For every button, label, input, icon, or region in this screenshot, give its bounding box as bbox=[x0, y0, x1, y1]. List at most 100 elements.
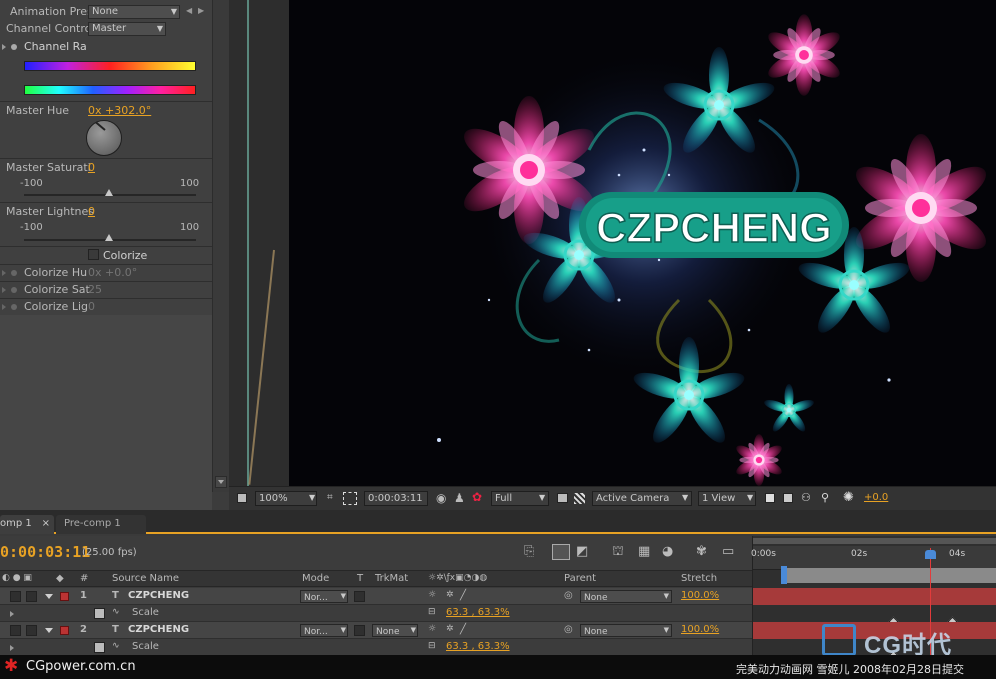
stopwatch-icon[interactable] bbox=[11, 287, 17, 293]
preset-prev-arrow-icon[interactable]: ◀ bbox=[186, 6, 192, 15]
channel-rgb-icon[interactable]: ✿ bbox=[472, 490, 482, 504]
time-ruler[interactable]: 0:00s 02s 04s bbox=[751, 546, 996, 570]
graph-editor-icon[interactable]: ▭ bbox=[722, 544, 734, 559]
show-snapshot-icon[interactable]: ♟ bbox=[454, 491, 465, 505]
layer-1-scale-row[interactable]: ∿ Scale ⊟ 63.3 , 63.3% bbox=[0, 605, 752, 622]
live-update-icon[interactable]: ⎘ bbox=[524, 544, 534, 559]
layer-name[interactable]: CZPCHENG bbox=[128, 590, 189, 601]
expand-arrow-icon[interactable] bbox=[2, 270, 6, 276]
master-hue-value[interactable]: 0x +302.0° bbox=[88, 104, 151, 117]
draft-3d-icon[interactable]: ◩ bbox=[576, 544, 588, 559]
layer-2-scale-row[interactable]: ∿ Scale ⊟ 63.3 , 63.3% bbox=[0, 639, 752, 656]
layer-parent-dropdown[interactable]: None ▼ bbox=[580, 624, 672, 637]
layer-label-color[interactable] bbox=[60, 592, 69, 601]
layer-trkmat-dropdown[interactable]: None ▼ bbox=[372, 624, 418, 637]
always-preview-icon[interactable] bbox=[237, 493, 247, 503]
source-name-column-header[interactable]: Source Name bbox=[112, 573, 179, 584]
layer-label-color[interactable] bbox=[60, 626, 69, 635]
constrain-proportions-icon[interactable]: ⊟ bbox=[428, 607, 436, 617]
comp-flowchart-icon[interactable]: ⚲ bbox=[821, 491, 829, 504]
camera-snapshot-icon[interactable]: ◉ bbox=[436, 491, 446, 505]
scale-value[interactable]: 63.3 , 63.3% bbox=[446, 641, 510, 652]
master-lightness-value[interactable]: 0 bbox=[88, 205, 95, 218]
reset-exposure-icon[interactable]: ✺ bbox=[843, 490, 854, 505]
preserve-transparency-toggle[interactable] bbox=[354, 625, 365, 636]
effect-controls-scrollbar[interactable] bbox=[212, 0, 229, 492]
brainstorm-icon[interactable]: ✾ bbox=[696, 544, 707, 559]
animation-presets-dropdown[interactable]: None ▼ bbox=[88, 5, 180, 19]
region-of-interest-icon[interactable] bbox=[343, 492, 357, 505]
av-features-icon[interactable]: ◐ ● ▣ bbox=[2, 573, 32, 583]
fast-preview-frame-icon[interactable] bbox=[783, 493, 793, 503]
shy-switch-icon[interactable]: ☼ bbox=[428, 590, 436, 600]
layer-row-2[interactable]: 2 T CZPCHENG Nor... ▼ None ▼ ☼ ✲ ╱ ◎ Non… bbox=[0, 622, 752, 639]
property-expand-icon[interactable] bbox=[10, 611, 14, 617]
motion-blur-icon[interactable]: ◕ bbox=[662, 544, 673, 559]
expand-arrow-icon[interactable] bbox=[2, 44, 6, 50]
preset-next-arrow-icon[interactable]: ▶ bbox=[198, 6, 204, 15]
current-time-timecode[interactable]: 0:00:03:11 bbox=[0, 543, 90, 561]
fast-previews-icon[interactable] bbox=[557, 493, 568, 503]
layer-parent-dropdown[interactable]: None ▼ bbox=[580, 590, 672, 603]
parent-pickwhip-icon[interactable]: ◎ bbox=[564, 590, 573, 601]
lightness-slider-thumb[interactable] bbox=[105, 234, 113, 241]
stopwatch-icon[interactable] bbox=[11, 304, 17, 310]
scale-stopwatch-icon[interactable] bbox=[94, 608, 105, 619]
scale-stopwatch-icon[interactable] bbox=[94, 642, 105, 653]
property-expand-icon[interactable] bbox=[10, 645, 14, 651]
work-area-bar[interactable] bbox=[783, 568, 996, 583]
layer-1-duration-bar[interactable] bbox=[753, 588, 996, 605]
tab-comp-1[interactable]: omp 1 × bbox=[0, 515, 54, 534]
parent-pickwhip-icon[interactable]: ◎ bbox=[564, 624, 573, 635]
constrain-proportions-icon[interactable]: ⊟ bbox=[428, 641, 436, 651]
camera-view-dropdown[interactable]: Active Camera bbox=[592, 491, 692, 506]
collapse-switch-icon[interactable]: ✲ bbox=[446, 590, 454, 600]
scroll-down-arrow-icon[interactable] bbox=[215, 476, 227, 488]
channel-control-dropdown[interactable]: Master ▼ bbox=[88, 22, 166, 36]
shy-switch-icon[interactable]: ☼ bbox=[428, 624, 436, 634]
quality-switch-icon[interactable]: ╱ bbox=[460, 624, 466, 635]
animation-presets-row: Animation Pres None ▼ ◀ ▶ bbox=[0, 5, 212, 21]
stopwatch-icon[interactable] bbox=[11, 270, 17, 276]
expand-arrow-icon[interactable] bbox=[2, 287, 6, 293]
frame-blending-icon[interactable]: ▦ bbox=[638, 544, 650, 559]
layer-stretch-value[interactable]: 100.0% bbox=[681, 590, 719, 601]
grid-options-icon[interactable]: ⌗ bbox=[327, 492, 333, 503]
layer-expand-icon[interactable] bbox=[45, 628, 53, 633]
time-navigator-bar[interactable] bbox=[753, 538, 996, 544]
master-hue-dial[interactable] bbox=[86, 120, 122, 156]
colorize-checkbox[interactable] bbox=[88, 249, 99, 260]
flowchart-icon[interactable]: ⚇ bbox=[801, 491, 811, 504]
transparency-grid-icon[interactable] bbox=[574, 493, 585, 504]
close-icon[interactable]: × bbox=[42, 515, 50, 532]
collapse-switch-icon[interactable]: ✲ bbox=[446, 624, 454, 634]
layer-solo-toggle[interactable] bbox=[26, 625, 37, 636]
tab-pre-comp-1[interactable]: Pre-comp 1 bbox=[56, 515, 146, 534]
layer-expand-icon[interactable] bbox=[45, 594, 53, 599]
layer-mode-dropdown[interactable]: Nor... ▼ bbox=[300, 590, 348, 603]
layer-mode-dropdown[interactable]: Nor... ▼ bbox=[300, 624, 348, 637]
current-time-indicator-head[interactable] bbox=[925, 550, 936, 559]
hide-shy-layers-icon[interactable]: ⛫ bbox=[612, 544, 624, 561]
stopwatch-icon[interactable] bbox=[11, 44, 17, 50]
label-column-icon[interactable]: ◆ bbox=[56, 573, 64, 584]
expand-arrow-icon[interactable] bbox=[2, 304, 6, 310]
zoom-dropdown[interactable]: 100% bbox=[255, 491, 317, 506]
saturation-slider-thumb[interactable] bbox=[105, 189, 113, 196]
toggle-pixel-aspect-icon[interactable] bbox=[765, 493, 775, 503]
preserve-transparency-toggle[interactable] bbox=[354, 591, 365, 602]
scale-value[interactable]: 63.3 , 63.3% bbox=[446, 607, 510, 618]
layer-stretch-value[interactable]: 100.0% bbox=[681, 624, 719, 635]
exposure-value[interactable]: +0.0 bbox=[864, 492, 888, 503]
layer-solo-toggle[interactable] bbox=[26, 591, 37, 602]
composition-canvas[interactable]: CZPCHENG bbox=[289, 0, 996, 486]
layer-video-toggle[interactable] bbox=[10, 591, 21, 602]
work-area-start-handle[interactable] bbox=[781, 566, 787, 584]
quality-switch-icon[interactable]: ╱ bbox=[460, 590, 466, 601]
layer-row-1[interactable]: 1 T CZPCHENG Nor... ▼ ☼ ✲ ╱ ◎ None ▼ 100… bbox=[0, 588, 752, 605]
layer-video-toggle[interactable] bbox=[10, 625, 21, 636]
layer-name[interactable]: CZPCHENG bbox=[128, 624, 189, 635]
comp-mini-flowchart-icon[interactable] bbox=[552, 544, 570, 560]
current-time-display[interactable]: 0:00:03:11 bbox=[364, 491, 428, 506]
master-saturation-value[interactable]: 0 bbox=[88, 161, 95, 174]
